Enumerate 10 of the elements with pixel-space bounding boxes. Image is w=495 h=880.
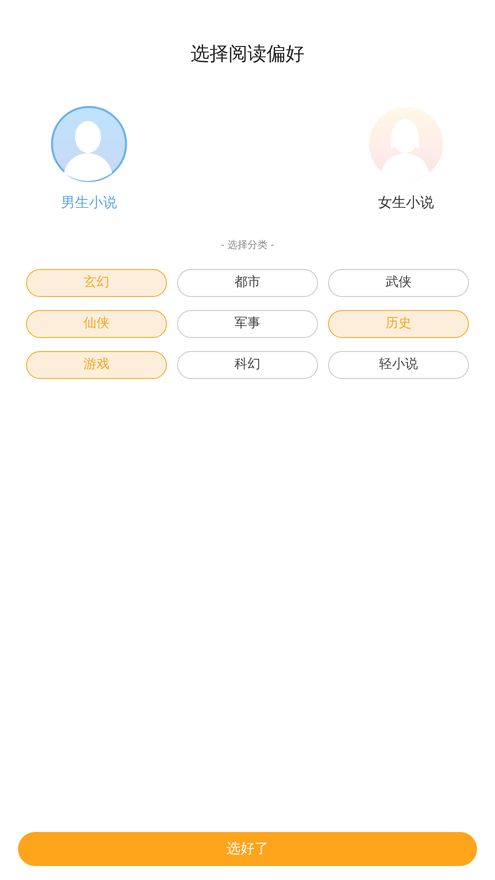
section-label: - 选择分类 - (220, 238, 274, 252)
category-tag[interactable]: 武侠 (328, 268, 469, 296)
gender-option[interactable]: 女生小说 (367, 104, 445, 214)
category-tag[interactable]: 科幻 (177, 350, 318, 378)
page-title: 选择阅读偏好 (190, 42, 304, 67)
avatar-icon (367, 104, 445, 182)
category-tag[interactable]: 军事 (177, 310, 318, 338)
category-tag[interactable]: 都市 (177, 268, 318, 296)
avatar-icon (50, 104, 128, 182)
category-tag[interactable]: 轻小说 (328, 350, 469, 378)
